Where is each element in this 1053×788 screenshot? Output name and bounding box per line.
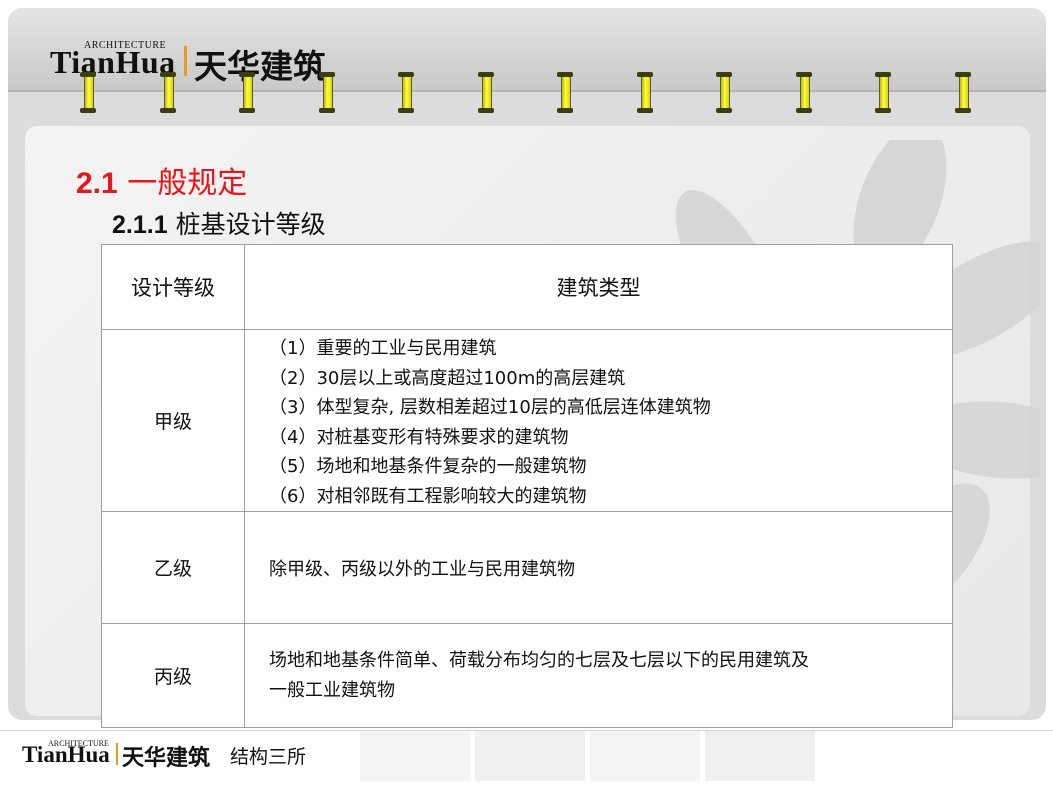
binder-ring-icon xyxy=(716,72,732,113)
section-title-text: 一般规定 xyxy=(127,166,248,201)
binder-ring-icon xyxy=(398,72,414,113)
type-cell: 场地和地基条件简单、荷载分布均匀的七层及七层以下的民用建筑及 一般工业建筑物 xyxy=(244,623,953,728)
binder-rings xyxy=(0,72,1053,122)
type-line: （4）对桩基变形有特殊要求的建筑物 xyxy=(269,426,569,448)
header-cell-type: 建筑类型 xyxy=(244,244,953,330)
binder-ring-icon xyxy=(637,72,653,113)
binder-ring-icon xyxy=(478,72,494,113)
footer-logo-tianhua-text: TianHua xyxy=(22,742,110,767)
subsection-number: 2.1.1 xyxy=(112,211,168,239)
subsection-title: 2.1.1 桩基设计等级 xyxy=(112,205,326,241)
binder-ring-icon xyxy=(955,72,971,113)
table-header-row: 设计等级 建筑类型 xyxy=(101,244,953,330)
footer-logo-divider xyxy=(116,743,118,765)
binder-ring-icon xyxy=(557,72,573,113)
type-line: （2）30层以上或高度超过100m的高层建筑 xyxy=(269,367,626,389)
grade-cell: 甲级 xyxy=(101,329,245,512)
table-row: 丙级 场地和地基条件简单、荷载分布均匀的七层及七层以下的民用建筑及 一般工业建筑… xyxy=(101,623,953,728)
binder-ring-icon xyxy=(80,72,96,113)
header-cell-grade: 设计等级 xyxy=(101,244,245,330)
binder-ring-icon xyxy=(796,72,812,113)
binder-ring-icon xyxy=(875,72,891,113)
grade-cell: 丙级 xyxy=(101,623,245,728)
slide-footer: ARCHITECTURE TianHua 天华建筑 结构三所 xyxy=(0,730,1053,781)
section-number: 2.1 xyxy=(76,167,118,200)
type-line: （6）对相邻既有工程影响较大的建筑物 xyxy=(269,485,587,507)
type-line: 场地和地基条件简单、荷载分布均匀的七层及七层以下的民用建筑及 xyxy=(269,649,809,671)
table-row: 甲级 （1）重要的工业与民用建筑 （2）30层以上或高度超过100m的高层建筑 … xyxy=(101,329,953,512)
pile-grade-table: 设计等级 建筑类型 甲级 （1）重要的工业与民用建筑 （2）30层以上或高度超过… xyxy=(101,244,953,728)
type-cell: （1）重要的工业与民用建筑 （2）30层以上或高度超过100m的高层建筑 （3）… xyxy=(244,329,953,512)
footer-logo-chinese-text: 天华建筑 xyxy=(122,745,211,771)
footer-department: 结构三所 xyxy=(230,746,307,768)
type-line: （1）重要的工业与民用建筑 xyxy=(269,338,497,359)
grade-cell: 乙级 xyxy=(101,511,245,624)
table-row: 乙级 除甲级、丙级以外的工业与民用建筑物 xyxy=(101,511,953,624)
type-line: 一般工业建筑物 xyxy=(269,679,395,701)
type-line: （3）体型复杂, 层数相差超过10层的高低层连体建筑物 xyxy=(269,397,711,418)
section-title: 2.1 一般规定 xyxy=(76,158,247,202)
type-cell: 除甲级、丙级以外的工业与民用建筑物 xyxy=(244,511,953,624)
subsection-title-text: 桩基设计等级 xyxy=(175,210,326,239)
binder-ring-icon xyxy=(239,72,255,113)
footer-decoration xyxy=(360,731,1053,781)
binder-ring-icon xyxy=(160,72,176,113)
binder-ring-icon xyxy=(319,72,335,113)
type-line: （5）场地和地基条件复杂的一般建筑物 xyxy=(269,456,587,477)
